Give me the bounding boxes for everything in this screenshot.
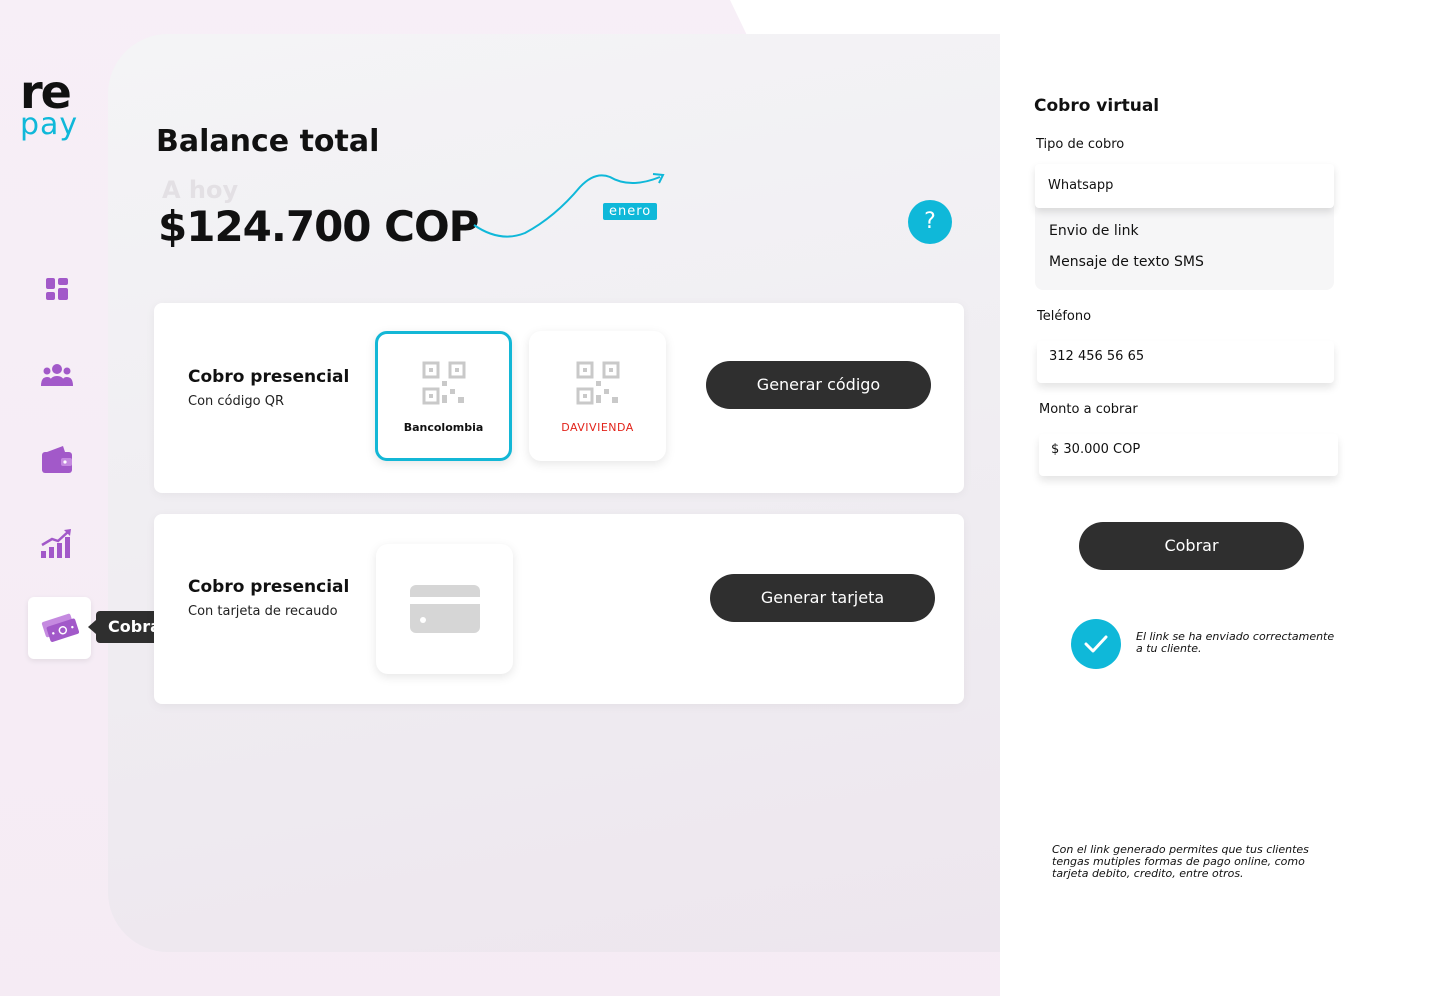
sidebar-item-users[interactable] [38, 356, 76, 394]
type-option[interactable]: Mensaje de texto SMS [1049, 254, 1204, 270]
sidebar-item-dashboard[interactable] [38, 270, 76, 308]
tile-card[interactable] [376, 544, 513, 674]
wallet-icon [42, 446, 72, 473]
balance-amount: $124.700 COP [158, 202, 479, 251]
sidebar-item-stats[interactable] [38, 524, 76, 562]
phone-label: Teléfono [1037, 309, 1092, 324]
cash-icon [41, 613, 79, 642]
qr-code-icon [422, 361, 465, 404]
brand-logo: re pay [20, 65, 92, 140]
footer-note: Con el link generado permites que tus cl… [1052, 843, 1309, 880]
success-message: El link se ha enviado correctamente a tu… [1136, 630, 1335, 655]
sidebar-item-wallet[interactable] [38, 440, 76, 478]
help-button[interactable]: ? [908, 200, 952, 244]
virtual-title: Cobro virtual [1034, 96, 1160, 116]
card-title: Cobro presencial [188, 367, 350, 387]
balance-period: A hoy [162, 176, 239, 204]
cobrar-button[interactable]: Cobrar [1079, 522, 1304, 570]
users-icon [41, 364, 73, 386]
card-subtitle: Con tarjeta de recaudo [188, 604, 338, 619]
type-label: Tipo de cobro [1036, 137, 1125, 152]
type-option[interactable]: Envio de link [1049, 223, 1139, 239]
logo-top: re [20, 65, 72, 119]
type-select[interactable]: Whatsapp [1035, 164, 1334, 208]
generate-card-button[interactable]: Generar tarjeta [710, 574, 935, 622]
bank-name: DAVIVIENDA [561, 420, 634, 434]
generate-code-button[interactable]: Generar código [706, 361, 931, 409]
page-title: Balance total [156, 124, 380, 159]
qr-code-icon [576, 361, 619, 404]
stats-icon [41, 529, 71, 558]
success-check-icon [1071, 619, 1121, 669]
dashboard-icon [46, 278, 68, 300]
credit-card-icon [409, 585, 480, 633]
card-subtitle: Con código QR [188, 394, 284, 409]
card-title: Cobro presencial [188, 577, 350, 597]
card-cobro-qr: Cobro presencial Con código QR Bancolomb… [154, 303, 964, 493]
tile-davivienda[interactable]: DAVIVIENDA [529, 331, 666, 461]
sidebar-item-cobrar[interactable] [28, 597, 91, 659]
card-cobro-tarjeta: Cobro presencial Con tarjeta de recaudo … [154, 514, 964, 704]
tile-bancolombia[interactable]: Bancolombia [375, 331, 512, 461]
phone-input[interactable]: 312 456 56 65 [1037, 341, 1334, 383]
amount-input[interactable]: $ 30.000 COP [1039, 434, 1338, 476]
month-badge: enero [603, 203, 658, 220]
bank-name: Bancolombia [403, 420, 484, 434]
amount-label: Monto a cobrar [1039, 402, 1138, 417]
